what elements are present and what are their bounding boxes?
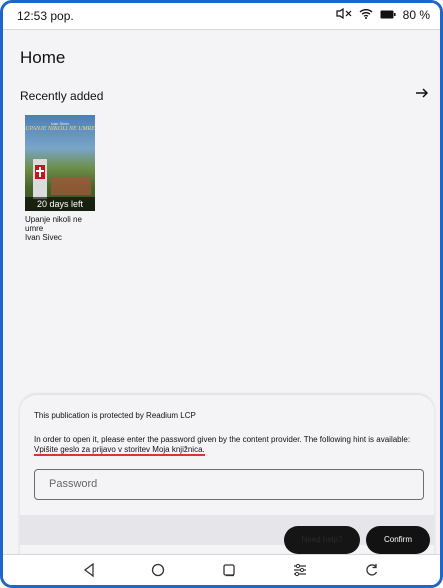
confirm-button[interactable]: Confirm [366, 526, 430, 554]
need-help-button[interactable]: Need help? [284, 526, 360, 554]
days-left-badge: 20 days left [25, 197, 95, 211]
back-icon[interactable] [81, 562, 97, 578]
mute-icon [336, 7, 352, 22]
system-nav-bar [3, 554, 440, 585]
device-frame: 12:53 pop. 80 % Home Recently added Ivan… [0, 0, 443, 588]
status-time: 12:53 pop. [17, 9, 74, 23]
recently-added-title: Recently added [20, 89, 104, 103]
cover-cross-shield [35, 165, 45, 179]
page-title: Home [20, 48, 66, 67]
book-cover[interactable]: Ivan Sivec UPANJE NIKOLI NE UMRE 20 days… [25, 115, 95, 211]
arrow-right-icon[interactable] [414, 85, 430, 101]
dialog-heading: This publication is protected by Readium… [34, 411, 196, 420]
dialog-body-text: In order to open it, please enter the pa… [34, 435, 411, 444]
dialog-body: In order to open it, please enter the pa… [34, 435, 420, 456]
status-icons: 80 % [336, 7, 430, 22]
recents-icon[interactable] [221, 562, 237, 578]
book-author: Ivan Sivec [25, 233, 62, 242]
rotate-icon[interactable] [364, 562, 380, 578]
battery-percent: 80 % [402, 8, 430, 22]
wifi-icon [359, 8, 373, 22]
password-field[interactable] [34, 469, 424, 500]
status-bar: 12:53 pop. 80 % [3, 3, 440, 30]
cover-town-illustration [51, 177, 91, 195]
password-hint: Vpišite geslo za prijavo v storitev Moja… [34, 445, 205, 456]
settings-adjust-icon[interactable] [292, 562, 308, 578]
password-input[interactable] [47, 477, 411, 491]
book-title: Upanje nikoli ne umre [25, 215, 82, 233]
battery-icon [380, 8, 396, 22]
book-card[interactable]: Ivan Sivec UPANJE NIKOLI NE UMRE 20 days… [25, 115, 95, 242]
cover-title: UPANJE NIKOLI NE UMRE [25, 126, 95, 132]
home-icon[interactable] [150, 562, 166, 578]
